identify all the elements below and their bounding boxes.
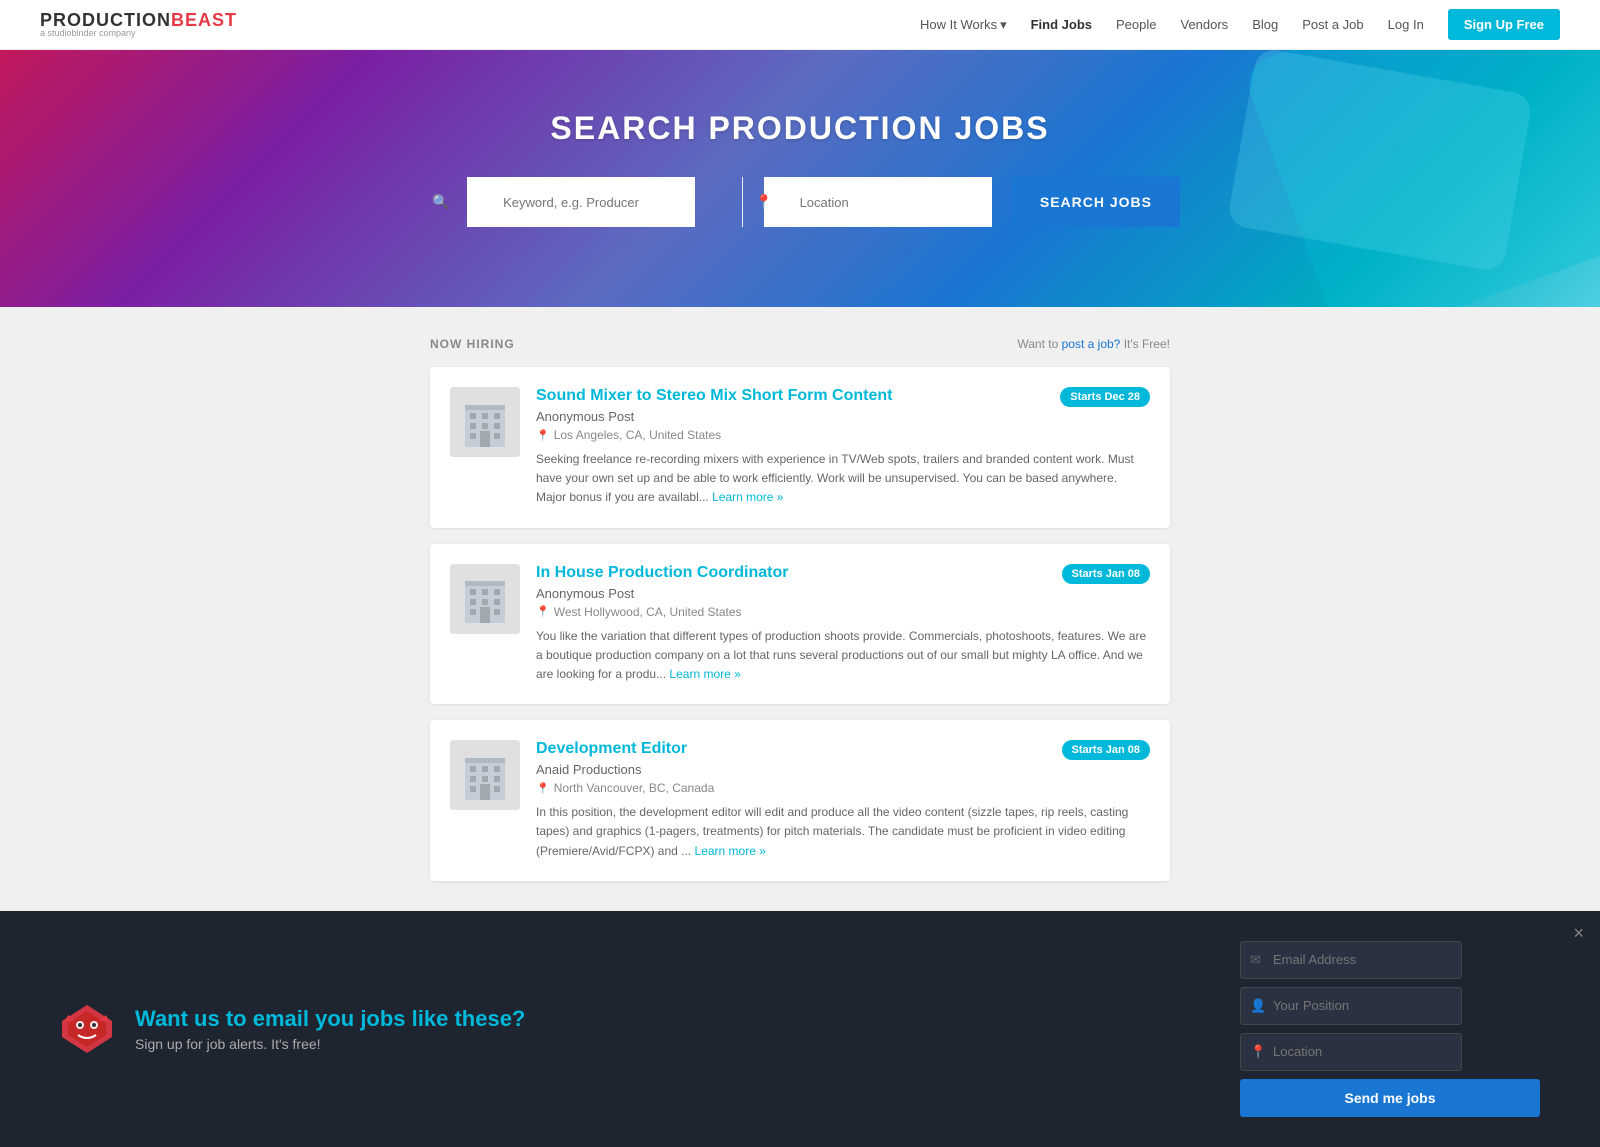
job-card-3: Development Editor Anaid Productions 📍 N… (430, 720, 1170, 881)
job-title-2[interactable]: In House Production Coordinator (536, 564, 1150, 582)
location-pin-icon: 📍 (755, 194, 772, 211)
nav-login[interactable]: Log In (1388, 17, 1424, 32)
now-hiring-label: NOW HIRING (430, 337, 515, 351)
learn-more-3[interactable]: Learn more » (695, 844, 766, 858)
beast-logo-icon (60, 1001, 115, 1056)
footer-form: ✉ 👤 📍 Send me jobs (1240, 941, 1540, 1117)
learn-more-1[interactable]: Learn more » (712, 490, 783, 504)
brand-beast: BEAST (171, 10, 237, 30)
post-job-text: Want to post a job? It's Free! (1017, 337, 1170, 351)
footer-location-icon: 📍 (1250, 1044, 1266, 1060)
brand-logo[interactable]: PRODUCTIONBEAST a studiobinder company (40, 11, 237, 38)
job-info-1: Sound Mixer to Stereo Mix Short Form Con… (536, 387, 1150, 508)
post-job-link[interactable]: post a job? (1062, 337, 1121, 351)
location-pin-icon-3: 📍 (536, 782, 550, 795)
job-company-2: Anonymous Post (536, 586, 1150, 601)
job-location-2: 📍 West Hollywood, CA, United States (536, 605, 1150, 619)
send-jobs-button[interactable]: Send me jobs (1240, 1079, 1540, 1117)
job-title-3[interactable]: Development Editor (536, 740, 1150, 758)
footer-banner: × Want us to email you jobs like these? … (0, 911, 1600, 1147)
job-logo-2 (450, 564, 520, 634)
email-icon: ✉ (1250, 952, 1261, 968)
job-logo-1 (450, 387, 520, 457)
footer-location-wrap: 📍 (1240, 1033, 1540, 1071)
email-field-wrap: ✉ (1240, 941, 1540, 979)
keyword-input[interactable] (467, 177, 695, 227)
footer-headline: Want us to email you jobs like these? (135, 1006, 525, 1032)
position-input[interactable] (1240, 987, 1462, 1025)
nav-how-it-works[interactable]: How It Works ▾ (920, 17, 1007, 33)
nav-links: How It Works ▾ Find Jobs People Vendors … (920, 9, 1560, 40)
nav-people[interactable]: People (1116, 17, 1156, 32)
keyword-wrap: 🔍 (420, 177, 742, 227)
job-location-1: 📍 Los Angeles, CA, United States (536, 428, 1150, 442)
footer-text: Want us to email you jobs like these? Si… (135, 1006, 525, 1052)
job-logo-3 (450, 740, 520, 810)
brand-tagline: a studiobinder company (40, 29, 237, 38)
person-icon: 👤 (1250, 998, 1266, 1014)
nav-vendors[interactable]: Vendors (1180, 17, 1228, 32)
location-pin-icon-2: 📍 (536, 605, 550, 618)
learn-more-2[interactable]: Learn more » (669, 667, 740, 681)
footer-location-input[interactable] (1240, 1033, 1462, 1071)
hero-title: SEARCH PRODUCTION JOBS (40, 110, 1560, 147)
job-info-2: In House Production Coordinator Anonymou… (536, 564, 1150, 685)
job-info-3: Development Editor Anaid Productions 📍 N… (536, 740, 1150, 861)
nav-find-jobs[interactable]: Find Jobs (1031, 17, 1092, 32)
navbar: PRODUCTIONBEAST a studiobinder company H… (0, 0, 1600, 50)
main-content: NOW HIRING Want to post a job? It's Free… (410, 337, 1190, 881)
job-badge-2: Starts Jan 08 (1062, 564, 1150, 584)
footer-subtext: Sign up for job alerts. It's free! (135, 1036, 525, 1052)
job-company-1: Anonymous Post (536, 409, 1150, 424)
close-button[interactable]: × (1573, 923, 1584, 944)
chevron-down-icon: ▾ (1000, 17, 1007, 33)
location-pin-icon-1: 📍 (536, 429, 550, 442)
brand-production: PRODUCTION (40, 10, 171, 30)
job-badge-1: Starts Dec 28 (1060, 387, 1150, 407)
job-desc-1: Seeking freelance re-recording mixers wi… (536, 450, 1150, 508)
section-header: NOW HIRING Want to post a job? It's Free… (430, 337, 1170, 351)
job-company-3: Anaid Productions (536, 762, 1150, 777)
location-wrap: 📍 (742, 177, 1012, 227)
signup-button[interactable]: Sign Up Free (1448, 9, 1560, 40)
search-icon: 🔍 (432, 194, 449, 211)
position-field-wrap: 👤 (1240, 987, 1540, 1025)
footer-left: Want us to email you jobs like these? Si… (60, 1001, 525, 1056)
hero-section: SEARCH PRODUCTION JOBS 🔍 📍 SEARCH JOBS (0, 50, 1600, 307)
job-title-1[interactable]: Sound Mixer to Stereo Mix Short Form Con… (536, 387, 1150, 405)
email-input[interactable] (1240, 941, 1462, 979)
job-desc-2: You like the variation that different ty… (536, 627, 1150, 685)
location-input[interactable] (764, 177, 992, 227)
job-location-3: 📍 North Vancouver, BC, Canada (536, 781, 1150, 795)
nav-blog[interactable]: Blog (1252, 17, 1278, 32)
job-desc-3: In this position, the development editor… (536, 803, 1150, 861)
search-bar: 🔍 📍 SEARCH JOBS (420, 177, 1180, 227)
job-badge-3: Starts Jan 08 (1062, 740, 1150, 760)
nav-post-job[interactable]: Post a Job (1302, 17, 1363, 32)
job-card-2: In House Production Coordinator Anonymou… (430, 544, 1170, 705)
job-card-1: Sound Mixer to Stereo Mix Short Form Con… (430, 367, 1170, 528)
search-jobs-button[interactable]: SEARCH JOBS (1012, 177, 1180, 227)
